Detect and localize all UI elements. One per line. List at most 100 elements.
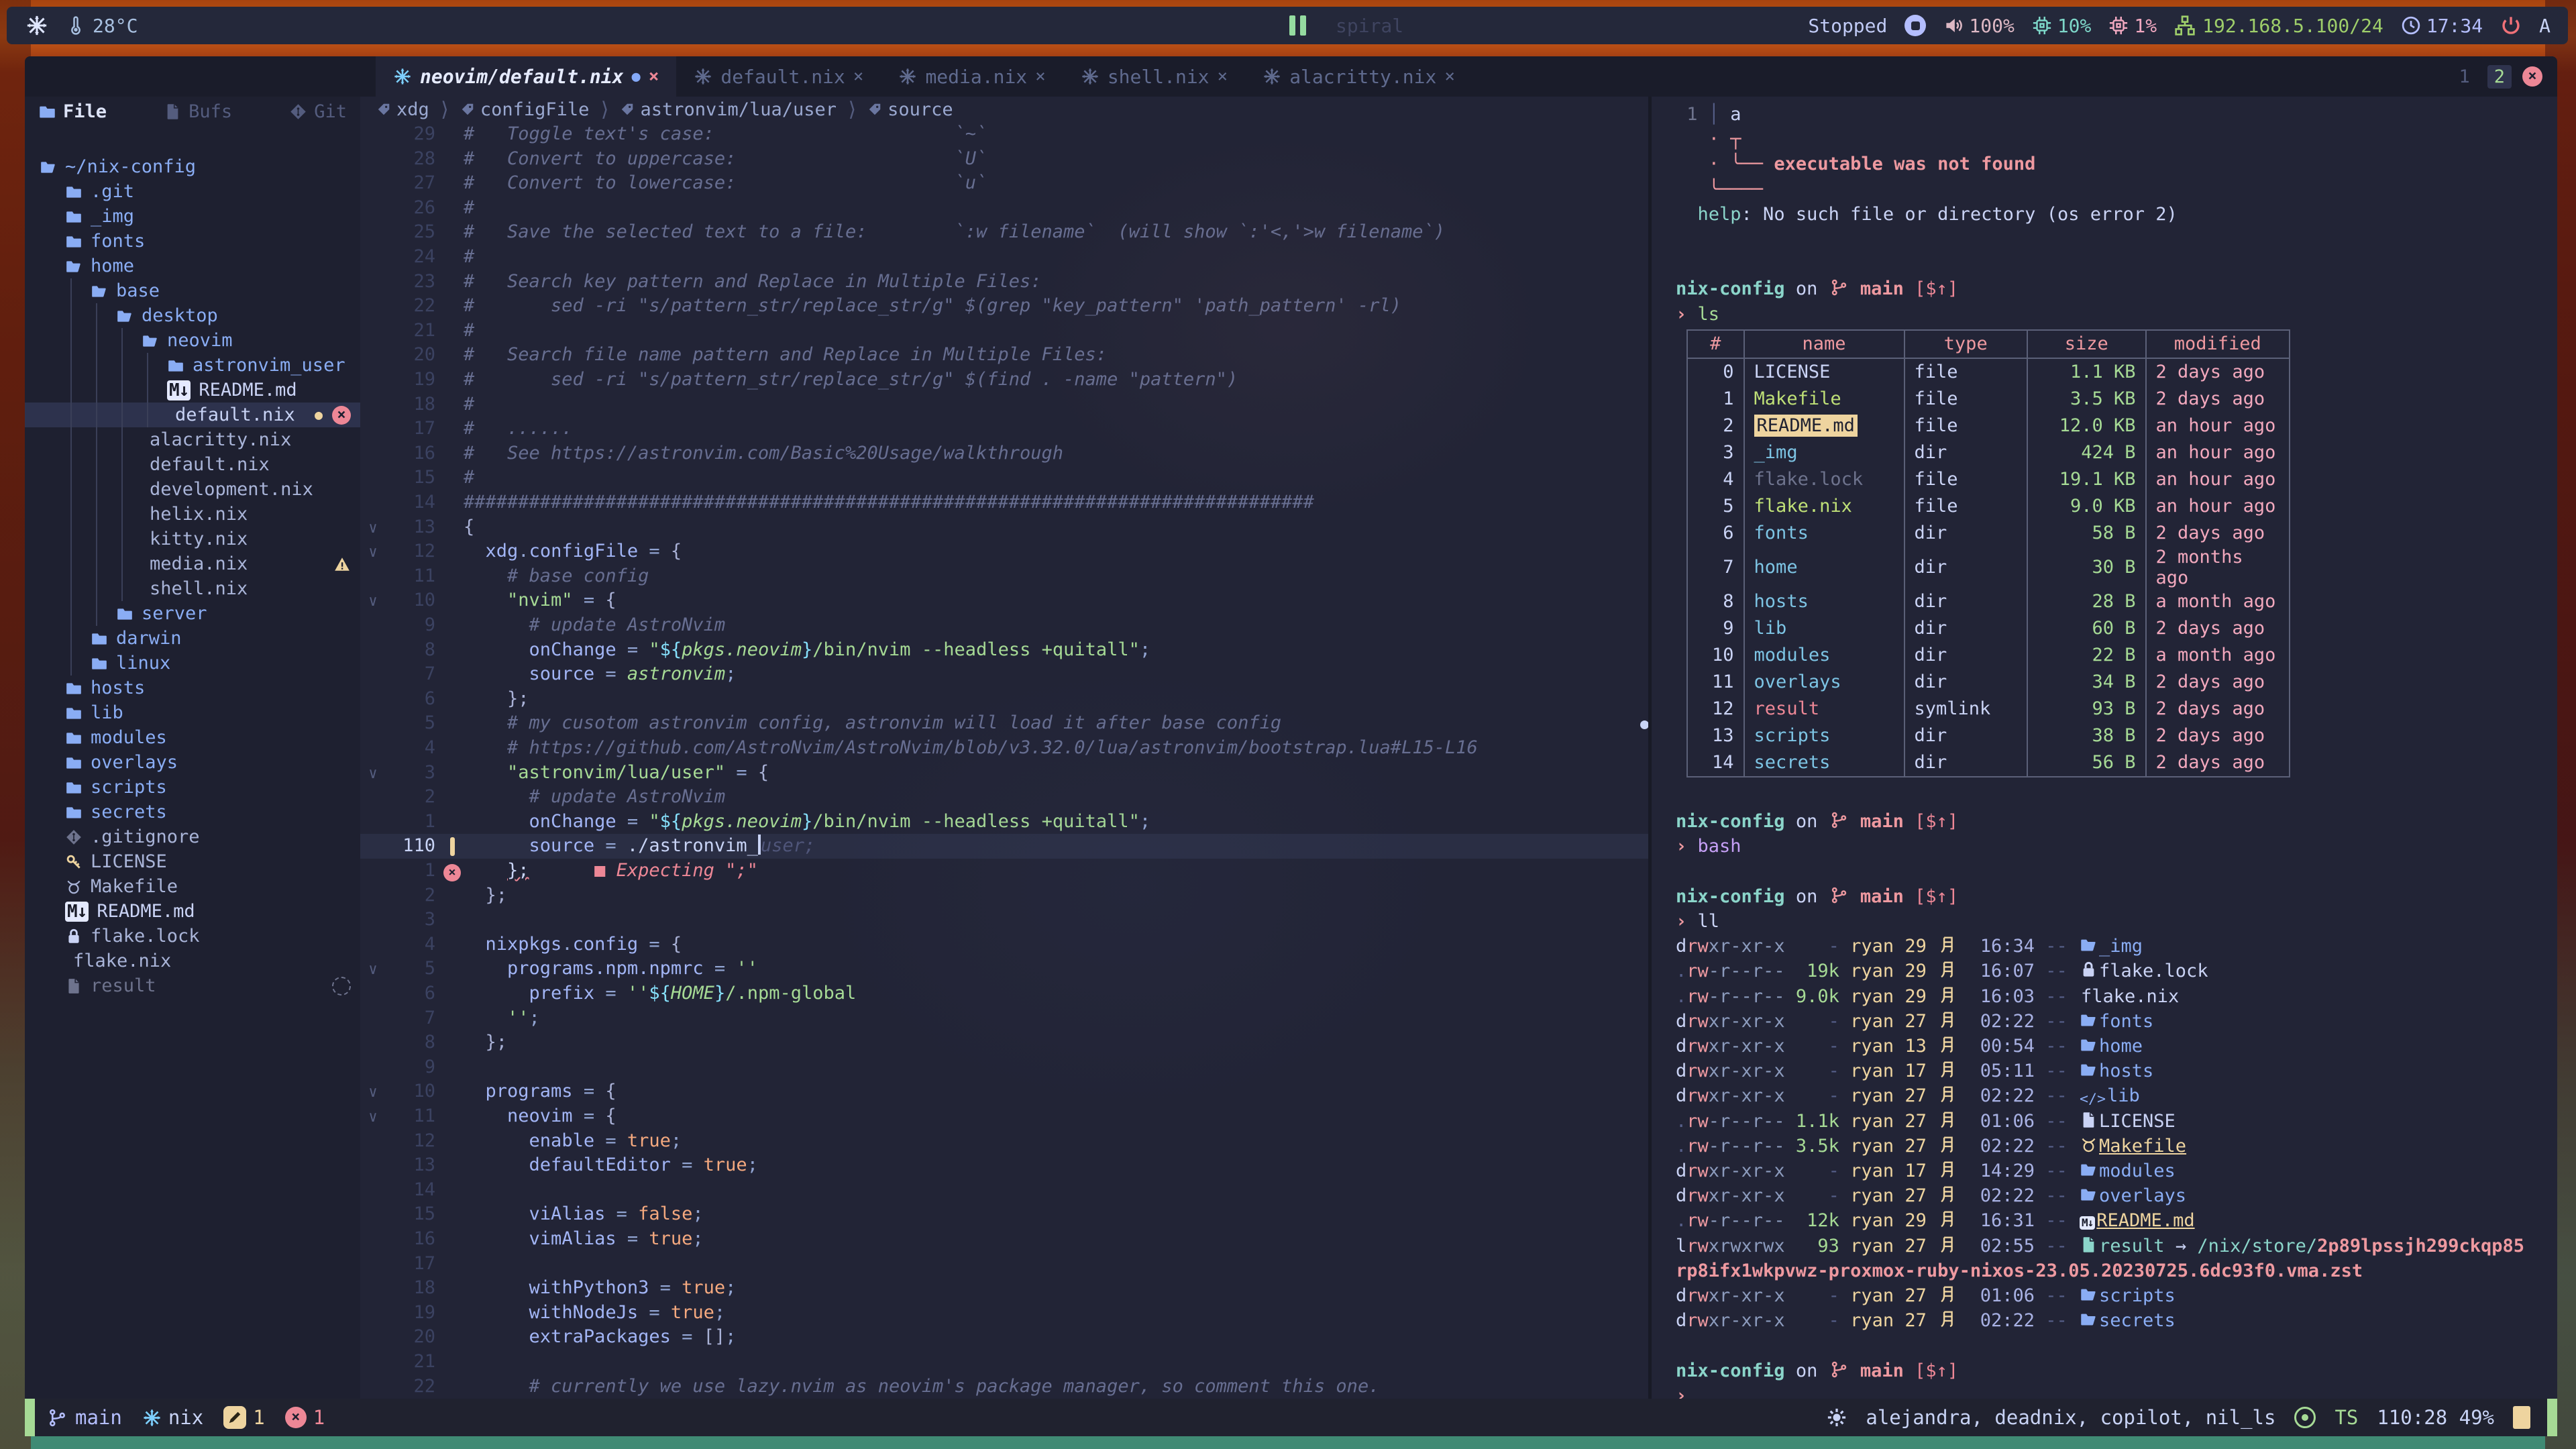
editor-line[interactable]: 9 # update AstroNvim (360, 613, 1648, 638)
editor-line[interactable]: 28# Convert to uppercase: `U` (360, 147, 1648, 172)
fold-arrow-icon[interactable]: ∨ (360, 762, 386, 787)
tree-item-default.nix[interactable]: default.nix●× (25, 402, 360, 427)
editor-line[interactable]: 3 (360, 908, 1648, 932)
editor-line[interactable]: 11 # base config (360, 564, 1648, 589)
tree-item-.git[interactable]: .git (25, 179, 360, 204)
close-buffer-icon[interactable]: × (1444, 66, 1455, 87)
breadcrumb-item-source[interactable]: source (867, 99, 953, 120)
editor-line[interactable]: 22# sed -ri "s/pattern_str/replace_str/g… (360, 294, 1648, 319)
tree-item-scripts[interactable]: scripts (25, 775, 360, 800)
tree-item-overlays[interactable]: overlays (25, 750, 360, 775)
editor-line[interactable]: 24# (360, 245, 1648, 270)
editor-line[interactable]: 8 onChange = "${pkgs.neovim}/bin/nvim --… (360, 638, 1648, 663)
breadcrumb-item-configFile[interactable]: configFile (460, 99, 590, 120)
fold-arrow-icon[interactable]: ∨ (360, 590, 386, 614)
tree-item-alacritty.nix[interactable]: alacritty.nix (25, 427, 360, 452)
editor-line[interactable]: 1 onChange = "${pkgs.neovim}/bin/nvim --… (360, 810, 1648, 835)
tree-item-astronvim_user[interactable]: astronvim_user (25, 353, 360, 378)
editor-line[interactable]: 16 vimAlias = true; (360, 1227, 1648, 1252)
editor-line[interactable]: 20 extraPackages = []; (360, 1325, 1648, 1350)
buffer-tab-default.nix[interactable]: default.nix× (676, 56, 881, 97)
editor-line[interactable]: 19# sed -ri "s/pattern_str/replace_str/g… (360, 368, 1648, 392)
tree-item-result[interactable]: result (25, 973, 360, 998)
power-icon[interactable] (2500, 15, 2522, 36)
editor-line[interactable]: 29# Toggle text's case: `~` (360, 122, 1648, 147)
close-buffer-icon[interactable]: × (649, 66, 659, 87)
close-buffer-icon[interactable]: × (1218, 66, 1228, 87)
tree-item-flake.nix[interactable]: flake.nix (25, 949, 360, 973)
editor-line[interactable]: 2 }; (360, 883, 1648, 908)
tree-item-base[interactable]: base (25, 278, 360, 303)
editor-line[interactable]: ∨12 xdg.configFile = { (360, 539, 1648, 564)
editor-line[interactable]: 9 (360, 1055, 1648, 1080)
tree-item-shell.nix[interactable]: shell.nix (25, 576, 360, 601)
tab-file[interactable]: File (38, 101, 107, 122)
tree-item-default.nix[interactable]: default.nix (25, 452, 360, 477)
editor-line[interactable]: 110 source = ./astronvim_user; (360, 834, 1648, 859)
editor-line[interactable]: 7 ''; (360, 1006, 1648, 1031)
editor-line[interactable]: 17# ...... (360, 417, 1648, 441)
editor-line[interactable]: 23# Search key pattern and Replace in Mu… (360, 270, 1648, 294)
tabpage-1[interactable]: 1 (2452, 65, 2476, 89)
tree-item-README.md[interactable]: M↓README.md (25, 899, 360, 924)
editor-line[interactable]: 14 (360, 1178, 1648, 1203)
media-pause-icon[interactable] (1289, 15, 1306, 36)
tab-bufs[interactable]: Bufs (164, 101, 232, 122)
tree-item-linux[interactable]: linux (25, 651, 360, 676)
tree-item-kitty.nix[interactable]: kitty.nix (25, 527, 360, 551)
tree-item-lib[interactable]: lib (25, 700, 360, 725)
tree-item-desktop[interactable]: desktop (25, 303, 360, 328)
nixos-logo-icon[interactable] (25, 14, 48, 37)
fold-arrow-icon[interactable]: ∨ (360, 1106, 386, 1130)
editor-line[interactable]: ∨5 programs.npm.npmrc = '' (360, 957, 1648, 981)
editor-line[interactable]: 4 nixpkgs.config = { (360, 932, 1648, 957)
close-buffer-icon[interactable]: × (853, 66, 864, 87)
editor-line[interactable]: 15# (360, 466, 1648, 490)
tree-item-LICENSE[interactable]: LICENSE (25, 849, 360, 874)
editor-line[interactable]: ∨10 "nvim" = { (360, 588, 1648, 613)
editor-line[interactable]: 27# Convert to lowercase: `u` (360, 171, 1648, 196)
fold-arrow-icon[interactable]: ∨ (360, 1081, 386, 1106)
stop-icon[interactable] (1904, 15, 1926, 36)
editor-line[interactable]: 20# Search file name pattern and Replace… (360, 343, 1648, 368)
editor-line[interactable]: 19 withNodeJs = true; (360, 1301, 1648, 1326)
editor-line[interactable]: 15 viAlias = false; (360, 1202, 1648, 1227)
tree-item-darwin[interactable]: darwin (25, 626, 360, 651)
tree-item-flake.lock[interactable]: flake.lock (25, 924, 360, 949)
tab-git[interactable]: Git (289, 101, 347, 122)
tree-item-.gitignore[interactable]: .gitignore (25, 824, 360, 849)
editor-line[interactable]: 16# See https://astronvim.com/Basic%20Us… (360, 441, 1648, 466)
editor-line[interactable]: ∨3 "astronvim/lua/user" = { (360, 761, 1648, 786)
buffer-tab-neovim/default.nix[interactable]: neovim/default.nix●× (376, 56, 676, 97)
breadcrumb-item-xdg[interactable]: xdg (376, 99, 429, 120)
breadcrumb-item-astronvim/lua/user[interactable]: astronvim/lua/user (620, 99, 837, 120)
tree-item-Makefile[interactable]: Makefile (25, 874, 360, 899)
tree-item-README.md[interactable]: M↓README.md (25, 378, 360, 402)
editor-line[interactable]: 22 # currently we use lazy.nvim as neovi… (360, 1375, 1648, 1399)
tree-item-modules[interactable]: modules (25, 725, 360, 750)
editor-line[interactable]: 13 defaultEditor = true; (360, 1153, 1648, 1178)
editor-line[interactable]: 12 enable = true; (360, 1129, 1648, 1154)
close-buffer-icon[interactable]: × (1035, 66, 1046, 87)
tree-item-helix.nix[interactable]: helix.nix (25, 502, 360, 527)
editor-line[interactable]: 18 withPython3 = true; (360, 1276, 1648, 1301)
fold-arrow-icon[interactable]: ∨ (360, 541, 386, 566)
editor-line[interactable]: ∨13{ (360, 515, 1648, 540)
tree-item-secrets[interactable]: secrets (25, 800, 360, 824)
editor-line[interactable]: ∨11 neovim = { (360, 1104, 1648, 1129)
network-icon[interactable] (2174, 15, 2196, 36)
editor-line[interactable]: 17 (360, 1252, 1648, 1277)
tree-item-media.nix[interactable]: media.nix (25, 551, 360, 576)
terminal-pane[interactable]: 1 │ a · ┬ · ╰── executable was not found… (1652, 97, 2557, 1399)
editor-line[interactable]: 14######################################… (360, 490, 1648, 515)
close-icon[interactable]: × (332, 406, 351, 425)
tree-item-development.nix[interactable]: development.nix (25, 477, 360, 502)
editor-line[interactable]: 21# (360, 319, 1648, 343)
tree-item-hosts[interactable]: hosts (25, 676, 360, 700)
tree-item-neovim[interactable]: neovim (25, 328, 360, 353)
tree-item-server[interactable]: server (25, 601, 360, 626)
editor-line[interactable]: 26# (360, 196, 1648, 221)
editor-line[interactable]: 18# (360, 392, 1648, 417)
editor-line[interactable]: 25# Save the selected text to a file: `:… (360, 220, 1648, 245)
editor-line[interactable]: 21 (360, 1350, 1648, 1375)
